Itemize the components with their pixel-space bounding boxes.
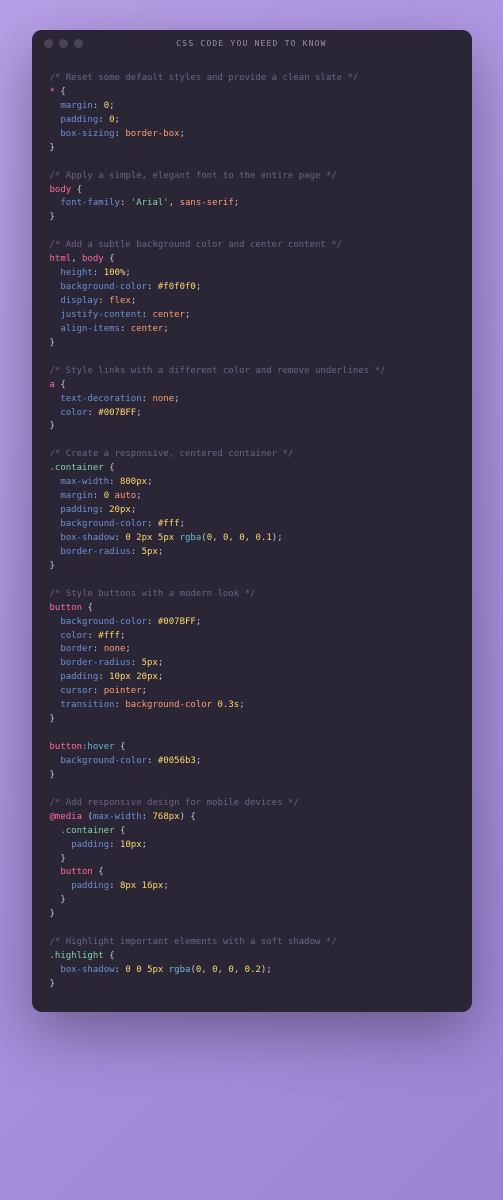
window-titlebar: CSS CODE YOU NEED TO KNOW bbox=[32, 30, 472, 58]
comment: /* Reset some default styles and provide… bbox=[50, 73, 359, 83]
property: margin bbox=[60, 101, 93, 111]
selector: * bbox=[50, 87, 55, 97]
code-window: CSS CODE YOU NEED TO KNOW /* Reset some … bbox=[32, 30, 472, 1012]
window-title: CSS CODE YOU NEED TO KNOW bbox=[32, 39, 472, 48]
code-block: /* Reset some default styles and provide… bbox=[32, 58, 472, 1012]
